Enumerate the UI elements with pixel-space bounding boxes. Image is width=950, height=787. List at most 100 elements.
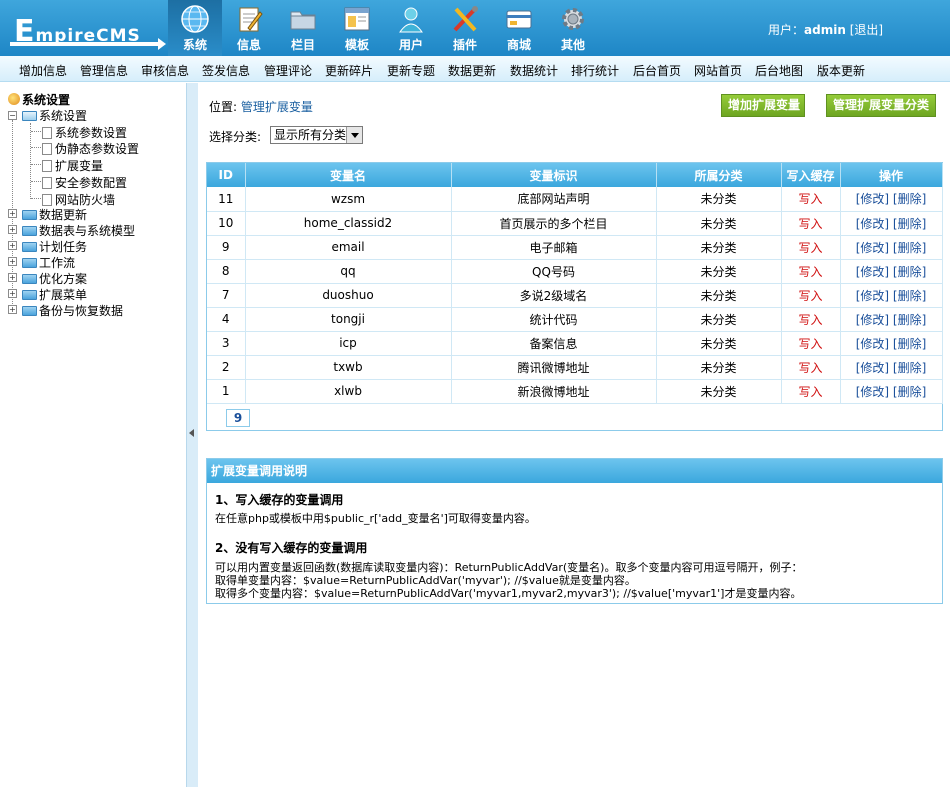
tree-group-data-tables[interactable]: 数据表与系统模型 [22,222,135,239]
tree-item-system-params[interactable]: 系统参数设置 [42,124,127,141]
empirecms-logo[interactable]: EmpireCMS [6,8,166,50]
tree-item-rewrite-params[interactable]: 伪静态参数设置 [42,140,139,157]
tree-item-extended-vars[interactable]: 扩展变量 [42,157,103,174]
notes-text-1: 在任意php或模板中用$public_r['add_变量名']可取得变量内容。 [215,512,536,525]
nav-tab-label: 商城 [506,38,531,52]
delete-link[interactable]: [删除] [893,337,926,351]
expand-toggle-icon[interactable]: + [8,273,17,282]
tree-group-data-update[interactable]: 数据更新 [22,206,87,223]
expand-toggle-icon[interactable]: + [8,225,17,234]
user-info: 用户：admin [退出] [768,21,883,38]
class-filter-select[interactable]: 显示所有分类 [270,126,363,144]
delete-link[interactable]: [删除] [893,385,926,399]
write-cache-link[interactable]: 写入 [781,307,841,332]
cell-category: 未分类 [656,187,782,212]
write-cache-link[interactable]: 写入 [781,331,841,356]
tree-item-security-params[interactable]: 安全参数配置 [42,174,127,191]
collapse-toggle-icon[interactable]: − [8,111,17,120]
tree-group-optimization[interactable]: 优化方案 [22,270,87,287]
table-body: 11 wzsm 底部网站声明 未分类 写入 [修改] [删除] 10 home_classid… [207,187,943,404]
expand-toggle-icon[interactable]: + [8,289,17,298]
menu-data-stats[interactable]: 数据统计 [510,62,558,79]
delete-link[interactable]: [删除] [893,241,926,255]
edit-link[interactable]: [修改] [856,217,889,231]
delete-link[interactable]: [删除] [893,192,926,206]
write-cache-link[interactable]: 写入 [781,211,841,236]
logout-link[interactable]: [退出] [850,23,883,37]
cell-category: 未分类 [656,235,782,260]
menu-data-update[interactable]: 数据更新 [448,62,496,79]
tree-group-workflow[interactable]: 工作流 [22,254,75,271]
variables-table-panel: ID 变量名 变量标识 所属分类 写入缓存 操作 11 wzsm 底部网站声明 未分类… [206,162,943,431]
menu-audit-info[interactable]: 审核信息 [141,62,189,79]
pagination-page[interactable]: 9 [226,409,250,427]
menu-admin-home[interactable]: 后台首页 [633,62,681,79]
edit-link[interactable]: [修改] [856,265,889,279]
folder-icon [22,258,37,268]
write-cache-link[interactable]: 写入 [781,235,841,260]
write-cache-link[interactable]: 写入 [781,187,841,212]
delete-link[interactable]: [删除] [893,265,926,279]
tree-group-scheduled-tasks[interactable]: 计划任务 [22,238,87,255]
nav-tab-info[interactable]: 信息 [222,0,276,56]
cell-id: 10 [207,211,246,236]
tree-group-system-settings[interactable]: 系统设置 [22,107,87,124]
nav-tab-plugin[interactable]: 插件 [438,0,492,56]
cell-var-label: 新浪微博地址 [451,379,657,404]
nav-tab-shop[interactable]: 商城 [492,0,546,56]
write-cache-link[interactable]: 写入 [781,283,841,308]
edit-link[interactable]: [修改] [856,361,889,375]
cell-category: 未分类 [656,355,782,380]
chevron-down-icon[interactable] [346,127,362,143]
tools-icon [453,6,478,32]
write-cache-link[interactable]: 写入 [781,259,841,284]
filter-label: 选择分类: [209,130,262,144]
manage-var-class-button[interactable]: 管理扩展变量分类 [826,94,936,117]
menu-manage-comments[interactable]: 管理评论 [264,62,312,79]
menu-rank-stats[interactable]: 排行统计 [571,62,619,79]
collapse-left-arrow-icon[interactable] [189,429,194,437]
add-extended-var-button[interactable]: 增加扩展变量 [721,94,805,117]
delete-link[interactable]: [删除] [893,313,926,327]
expand-toggle-icon[interactable]: + [8,257,17,266]
delete-link[interactable]: [删除] [893,217,926,231]
cell-var-label: 底部网站声明 [451,187,657,212]
nav-tab-user[interactable]: 用户 [384,0,438,56]
nav-tab-template[interactable]: 模板 [330,0,384,56]
menu-manage-info[interactable]: 管理信息 [80,62,128,79]
cell-actions: [修改] [删除] [840,307,943,332]
cell-category: 未分类 [656,259,782,284]
folder-icon [22,306,37,316]
expand-toggle-icon[interactable]: + [8,209,17,218]
write-cache-link[interactable]: 写入 [781,379,841,404]
edit-link[interactable]: [修改] [856,385,889,399]
write-cache-link[interactable]: 写入 [781,355,841,380]
menu-sign-info[interactable]: 签发信息 [202,62,250,79]
cell-var-name: tongji [245,307,452,332]
document-edit-icon [239,7,263,32]
menu-update-fragments[interactable]: 更新碎片 [325,62,373,79]
expand-toggle-icon[interactable]: + [8,241,17,250]
edit-link[interactable]: [修改] [856,313,889,327]
nav-tab-other[interactable]: 其他 [546,0,600,56]
edit-link[interactable]: [修改] [856,289,889,303]
menu-site-home[interactable]: 网站首页 [694,62,742,79]
nav-tab-system[interactable]: 系统 [168,0,222,56]
delete-link[interactable]: [删除] [893,289,926,303]
delete-link[interactable]: [删除] [893,361,926,375]
tree-group-extended-menu[interactable]: 扩展菜单 [22,286,87,303]
menu-admin-map[interactable]: 后台地图 [755,62,803,79]
cell-id: 3 [207,331,246,356]
edit-link[interactable]: [修改] [856,241,889,255]
nav-tab-column[interactable]: 栏目 [276,0,330,56]
expand-toggle-icon[interactable]: + [8,305,17,314]
tree-group-backup[interactable]: 备份与恢复数据 [22,302,123,319]
cell-var-label: 统计代码 [451,307,657,332]
edit-link[interactable]: [修改] [856,337,889,351]
menu-add-info[interactable]: 增加信息 [19,62,67,79]
menu-update-topics[interactable]: 更新专题 [387,62,435,79]
breadcrumb-link[interactable]: 管理扩展变量 [241,100,313,114]
panel-splitter[interactable] [186,83,198,787]
menu-version-update[interactable]: 版本更新 [817,62,865,79]
edit-link[interactable]: [修改] [856,192,889,206]
